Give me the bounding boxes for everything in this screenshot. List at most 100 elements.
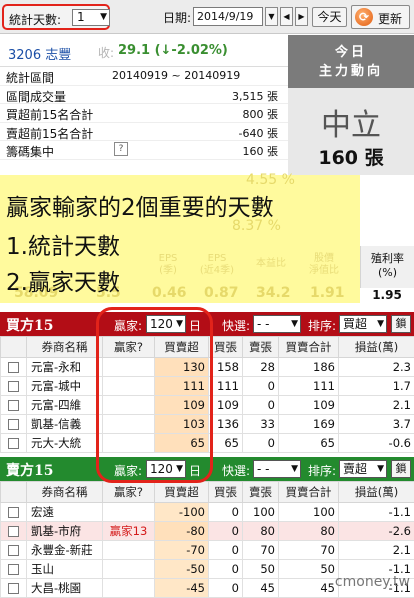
row-checkbox[interactable] bbox=[8, 400, 19, 411]
buy-cell: 109 bbox=[209, 396, 243, 415]
watermark: cmoney.tw bbox=[335, 574, 410, 590]
row-checkbox[interactable] bbox=[8, 438, 19, 449]
quick-select[interactable]: - -▼ bbox=[253, 315, 301, 333]
quick-select-label: 快選: bbox=[222, 317, 250, 334]
next-date-button[interactable]: ▶ bbox=[295, 7, 308, 26]
yield-value: 1.95 bbox=[360, 288, 414, 304]
row-checkbox[interactable] bbox=[8, 362, 19, 373]
refresh-icon: ⟳ bbox=[355, 8, 373, 26]
sell-cell: 100 bbox=[243, 503, 279, 522]
select-all-column bbox=[1, 482, 27, 503]
info-row: 區間成交量 3,515 張 bbox=[0, 86, 288, 105]
refresh-button[interactable]: ⟳ 更新 bbox=[351, 5, 410, 29]
stat-days-group: 統計天數: 1 ▼ bbox=[2, 4, 110, 30]
pl-cell: -0.6 bbox=[339, 434, 414, 453]
toolbar: 統計天數: 1 ▼ 日期: 2014/9/19 ▼ ◀ ▶ 今天 ⟳ 更新 bbox=[0, 0, 414, 34]
arrow-left-icon: ◀ bbox=[283, 12, 289, 21]
annotation-line: 1.統計天數 bbox=[6, 227, 120, 261]
column-header[interactable]: 賣張 bbox=[243, 337, 279, 358]
row-checkbox[interactable] bbox=[8, 526, 19, 537]
row-checkbox[interactable] bbox=[8, 545, 19, 556]
column-header[interactable]: 買張 bbox=[209, 337, 243, 358]
date-label: 日期: bbox=[163, 9, 191, 26]
total-cell: 70 bbox=[279, 541, 339, 560]
lock-button[interactable]: 鎖 bbox=[391, 460, 411, 478]
chevron-down-icon: ▼ bbox=[268, 12, 274, 21]
table-header-row: 券商名稱 贏家? 買賣超 買張 賣張 買賣合計 損益(萬) bbox=[1, 482, 414, 503]
total-cell: 65 bbox=[279, 434, 339, 453]
today-button[interactable]: 今天 bbox=[312, 7, 347, 27]
column-header[interactable]: 買賣合計 bbox=[279, 337, 339, 358]
sell-cell: 70 bbox=[243, 541, 279, 560]
net-cell: -80 bbox=[155, 522, 209, 541]
chevron-down-icon: ▼ bbox=[100, 10, 107, 25]
pl-cell: 2.1 bbox=[339, 396, 414, 415]
column-header[interactable]: 損益(萬) bbox=[339, 482, 414, 503]
broker-name[interactable]: 元富-永和 bbox=[27, 358, 103, 377]
chevron-down-icon: ▼ bbox=[291, 461, 298, 477]
ghost-value: 4.55 % bbox=[246, 172, 295, 188]
sort-select[interactable]: 買超▼ bbox=[339, 315, 387, 333]
total-cell: 50 bbox=[279, 560, 339, 579]
column-header[interactable]: 買賣超 bbox=[155, 482, 209, 503]
stock-name: 3206 志豐 bbox=[8, 44, 71, 63]
broker-name[interactable]: 元富-四維 bbox=[27, 396, 103, 415]
lock-button[interactable]: 鎖 bbox=[391, 315, 411, 333]
row-checkbox[interactable] bbox=[8, 564, 19, 575]
broker-name[interactable]: 永豐金-新莊 bbox=[27, 541, 103, 560]
prev-date-button[interactable]: ◀ bbox=[280, 7, 293, 26]
sell-cell: 0 bbox=[243, 396, 279, 415]
buy-title: 買方15 bbox=[6, 315, 53, 335]
quick-select[interactable]: - -▼ bbox=[253, 460, 301, 478]
table-row[interactable]: 永豐金-新莊 -70 0 70 70 2.1 bbox=[1, 541, 414, 560]
column-header[interactable]: 買賣合計 bbox=[279, 482, 339, 503]
row-checkbox[interactable] bbox=[8, 381, 19, 392]
broker-name[interactable]: 元大-大統 bbox=[27, 434, 103, 453]
date-dropdown-button[interactable]: ▼ bbox=[265, 7, 278, 26]
buy-cell: 0 bbox=[209, 560, 243, 579]
sort-label: 排序: bbox=[308, 317, 336, 334]
broker-name[interactable]: 元富-城中 bbox=[27, 377, 103, 396]
broker-name[interactable]: 宏遠 bbox=[27, 503, 103, 522]
column-header[interactable]: 券商名稱 bbox=[27, 337, 103, 358]
column-header[interactable]: 券商名稱 bbox=[27, 482, 103, 503]
buy-cell: 111 bbox=[209, 377, 243, 396]
broker-name[interactable]: 玉山 bbox=[27, 560, 103, 579]
arrow-right-icon: ▶ bbox=[298, 12, 304, 21]
close-label: 收: bbox=[98, 44, 114, 61]
table-row[interactable]: 宏遠 -100 0 100 100 -1.1 bbox=[1, 503, 414, 522]
table-row[interactable]: 凱基-市府 贏家13 -80 0 80 80 -2.6 bbox=[1, 522, 414, 541]
sort-select[interactable]: 賣超▼ bbox=[339, 460, 387, 478]
column-header[interactable]: 損益(萬) bbox=[339, 337, 414, 358]
column-header[interactable]: 賣張 bbox=[243, 482, 279, 503]
select-all-column bbox=[1, 337, 27, 358]
column-header[interactable]: 買張 bbox=[209, 482, 243, 503]
main-force-count: 160 張 bbox=[288, 143, 414, 170]
stat-days-select[interactable]: 1 ▼ bbox=[72, 9, 110, 26]
broker-name[interactable]: 凱基-信義 bbox=[27, 415, 103, 434]
winner-cell bbox=[103, 560, 155, 579]
chevron-down-icon: ▼ bbox=[377, 461, 384, 477]
row-checkbox[interactable] bbox=[8, 507, 19, 518]
pl-cell: -1.1 bbox=[339, 503, 414, 522]
summary-info: 統計區間 20140919 ~ 20140919 區間成交量 3,515 張 買… bbox=[0, 67, 288, 160]
row-checkbox[interactable] bbox=[8, 419, 19, 430]
row-checkbox[interactable] bbox=[8, 583, 19, 594]
buy-cell: 0 bbox=[209, 522, 243, 541]
net-cell: -50 bbox=[155, 560, 209, 579]
main-force-title: 今日 主力動向 bbox=[288, 35, 414, 88]
column-header[interactable]: 贏家? bbox=[103, 482, 155, 503]
annotation-line: 2.贏家天數 bbox=[6, 263, 120, 297]
winner-cell bbox=[103, 541, 155, 560]
broker-name[interactable]: 大昌-桃園 bbox=[27, 579, 103, 598]
help-icon[interactable]: ? bbox=[114, 142, 128, 156]
date-input[interactable]: 2014/9/19 bbox=[193, 7, 263, 26]
stat-days-label: 統計天數: bbox=[9, 11, 61, 28]
close-price: 29.1 (↓-2.02%) bbox=[118, 43, 228, 58]
pl-cell: -2.6 bbox=[339, 522, 414, 541]
pl-cell: 2.1 bbox=[339, 541, 414, 560]
buy-cell: 0 bbox=[209, 579, 243, 598]
broker-name[interactable]: 凱基-市府 bbox=[27, 522, 103, 541]
chevron-down-icon: ▼ bbox=[291, 316, 298, 332]
stock-header: 3206 志豐 收: 29.1 (↓-2.02%) bbox=[0, 35, 288, 67]
